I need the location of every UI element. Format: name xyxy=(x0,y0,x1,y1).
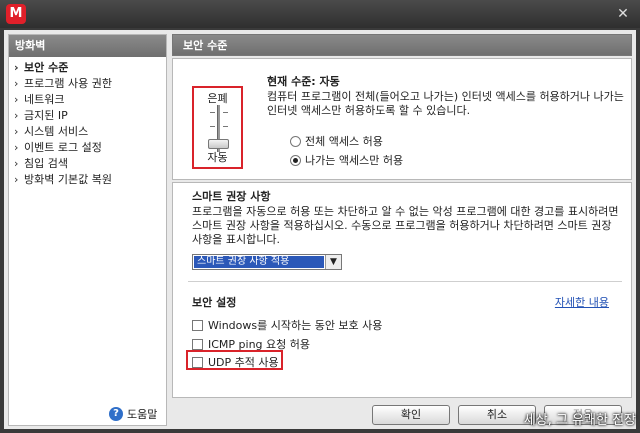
checkbox[interactable] xyxy=(192,356,203,368)
sidebar-item-program-permissions[interactable]: › 프로그램 사용 권한 xyxy=(9,76,166,92)
level-bottom-label: 자동 xyxy=(207,151,228,164)
details-link[interactable]: 자세한 내용 xyxy=(555,294,609,310)
dialog-body: 방화벽 › 보안 수준 › 프로그램 사용 권한 › 네트워크 › 금지된 IP › 시스… xyxy=(4,30,636,429)
chevron-right-icon: › xyxy=(14,109,19,122)
smart-recommendations-description: 프로그램을 자동으로 허용 또는 차단하고 알 수 없는 악성 프로그램에 대한… xyxy=(192,205,619,246)
security-level-slider-box: 은폐 자동 xyxy=(192,86,243,169)
current-level-title: 현재 수준: 자동 xyxy=(267,75,340,88)
security-level-slider-thumb[interactable] xyxy=(208,139,229,149)
select-value: 스마트 권장 사항 적용 xyxy=(194,256,324,268)
slider-tick xyxy=(223,112,228,113)
chevron-right-icon: › xyxy=(14,141,19,154)
help-icon: ? xyxy=(109,407,123,421)
slider-tick xyxy=(210,126,215,127)
chevron-right-icon: › xyxy=(14,173,19,186)
sidebar-item-restore-defaults[interactable]: › 방화벽 기본값 복원 xyxy=(9,172,166,188)
chevron-right-icon: › xyxy=(14,125,19,138)
settings-panel: 스마트 권장 사항 프로그램을 자동으로 허용 또는 차단하고 알 수 없는 악… xyxy=(172,182,632,398)
current-level-description: 컴퓨터 프로그램이 전체(들어오고 나가는) 인터넷 액세스를 허용하거나 나가… xyxy=(267,90,624,117)
check-windows-startup-protection[interactable]: Windows를 시작하는 동안 보호 사용 xyxy=(192,317,382,333)
slider-tick xyxy=(210,112,215,113)
chevron-right-icon: › xyxy=(14,157,19,170)
page-title: 보안 수준 xyxy=(172,34,632,56)
sidebar-item-security-level[interactable]: › 보안 수준 xyxy=(9,60,166,76)
title-bar: M ✕ xyxy=(0,0,640,28)
current-level-panel: 은폐 자동 현재 수준: 자동 컴퓨터 프로그램이 전체(들어오고 나가는) 인… xyxy=(172,58,632,180)
chevron-right-icon: › xyxy=(14,61,19,74)
sidebar-item-event-log[interactable]: › 이벤트 로그 설정 xyxy=(9,140,166,156)
main-panel: 보안 수준 은폐 자동 현재 수준: 자동 컴퓨터 프로그램이 전체(들어오고 … xyxy=(172,34,632,426)
close-button[interactable]: ✕ xyxy=(614,6,632,22)
sidebar-nav: › 보안 수준 › 프로그램 사용 권한 › 네트워크 › 금지된 IP › 시스템 서비… xyxy=(9,57,166,188)
chevron-right-icon: › xyxy=(14,93,19,106)
app-logo-icon: M xyxy=(6,4,26,24)
divider xyxy=(188,281,622,282)
smart-recommendations-title: 스마트 권장 사항 xyxy=(192,190,271,203)
level-top-label: 은폐 xyxy=(207,92,228,105)
sidebar-item-system-services[interactable]: › 시스템 서비스 xyxy=(9,124,166,140)
chevron-down-icon[interactable]: ▼ xyxy=(325,255,341,269)
slider-tick xyxy=(223,126,228,127)
ok-button[interactable]: 확인 xyxy=(372,405,450,425)
radio-allow-outbound[interactable]: 나가는 액세스만 허용 xyxy=(290,152,403,168)
radio-button-selected[interactable] xyxy=(290,154,301,166)
radio-allow-all[interactable]: 전체 액세스 허용 xyxy=(290,133,383,149)
help-link[interactable]: ? 도움말 xyxy=(109,406,157,422)
sidebar-item-intrusion-detection[interactable]: › 침입 검색 xyxy=(9,156,166,172)
sidebar-item-banned-ip[interactable]: › 금지된 IP xyxy=(9,108,166,124)
sidebar-item-network[interactable]: › 네트워크 xyxy=(9,92,166,108)
security-settings-title: 보안 설정 xyxy=(192,296,237,309)
check-udp-tracking[interactable]: UDP 추적 사용 xyxy=(192,354,279,370)
sidebar: 방화벽 › 보안 수준 › 프로그램 사용 권한 › 네트워크 › 금지된 IP › 시스… xyxy=(8,34,167,426)
watermark-text: 세상, 그 유쾌한 전장 xyxy=(523,413,636,428)
sidebar-title: 방화벽 xyxy=(9,35,166,57)
radio-button[interactable] xyxy=(290,135,301,147)
smart-recommendations-select[interactable]: 스마트 권장 사항 적용 ▼ xyxy=(192,254,342,270)
chevron-right-icon: › xyxy=(14,77,19,90)
checkbox[interactable] xyxy=(192,319,203,331)
checkbox[interactable] xyxy=(192,338,203,350)
